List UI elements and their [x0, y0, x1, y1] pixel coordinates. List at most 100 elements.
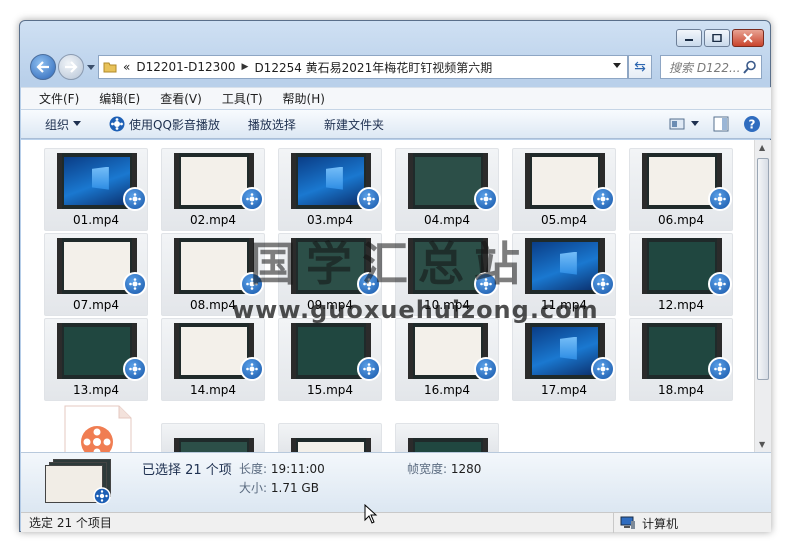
file-name: 04.mp4: [423, 213, 471, 227]
refresh-icon: ⇆: [634, 59, 646, 75]
file-tile[interactable]: 17.mp4: [512, 318, 616, 401]
file-tile[interactable]: 14.mp4: [161, 318, 265, 401]
new-folder-button[interactable]: 新建文件夹: [324, 116, 384, 133]
file-tile[interactable]: 18.mp4: [629, 318, 733, 401]
frame-width-label: 帧宽度:: [407, 462, 448, 476]
file-tile[interactable]: 12.mp4: [629, 233, 733, 316]
file-name: 17.mp4: [540, 383, 588, 397]
play-qq-button[interactable]: 使用QQ影音播放: [109, 116, 220, 133]
breadcrumb-item-parent[interactable]: D12201-D12300: [136, 60, 235, 74]
computer-icon: [620, 516, 635, 529]
chevron-down-icon: [691, 121, 699, 126]
qq-player-badge-icon: [708, 272, 732, 296]
file-tile[interactable]: 16.mp4: [395, 318, 499, 401]
organize-label: 组织: [45, 117, 70, 132]
breadcrumb-separator-icon[interactable]: ▶: [242, 62, 249, 72]
file-tile[interactable]: 13.mp4: [44, 318, 148, 401]
file-tile[interactable]: [395, 423, 499, 452]
qq-player-badge-icon: [123, 357, 147, 381]
file-tile[interactable]: 15.mp4: [278, 318, 382, 401]
close-icon: [743, 33, 753, 43]
recent-pages-dropdown-icon[interactable]: [87, 63, 95, 71]
search-input[interactable]: 搜索 D122...: [660, 55, 762, 79]
new-folder-label: 新建文件夹: [323, 117, 384, 132]
view-options-button[interactable]: [669, 117, 699, 131]
size-label: 大小:: [239, 481, 268, 495]
file-tile[interactable]: 03.mp4: [278, 148, 382, 231]
search-icon[interactable]: [743, 60, 757, 74]
qq-player-badge-icon: [591, 357, 615, 381]
organize-button[interactable]: 组织: [45, 116, 82, 133]
qq-player-badge-icon: [240, 357, 264, 381]
menu-tools[interactable]: 工具(T): [222, 90, 263, 107]
length-label: 长度:: [239, 462, 268, 476]
qq-player-badge-icon: [708, 187, 732, 211]
vertical-scrollbar[interactable]: ▲ ▼: [754, 140, 771, 452]
menu-bar: 文件(F) 编辑(E) 查看(V) 工具(T) 帮助(H): [21, 87, 771, 109]
file-tile[interactable]: [161, 423, 265, 452]
video-thumbnail: [174, 438, 254, 452]
selection-thumbnail-stack: [43, 459, 111, 505]
close-button[interactable]: [732, 29, 764, 47]
view-icon: [669, 118, 685, 130]
frame-width-row: 帧宽度: 1280: [407, 460, 481, 477]
menu-file[interactable]: 文件(F): [39, 90, 79, 107]
refresh-button[interactable]: ⇆: [628, 55, 652, 79]
qq-player-badge-icon: [591, 272, 615, 296]
file-tile[interactable]: [278, 423, 382, 452]
menu-view[interactable]: 查看(V): [160, 90, 202, 107]
qq-player-badge-icon: [474, 187, 498, 211]
file-tile[interactable]: 04.mp4: [395, 148, 499, 231]
size-value: 1.71 GB: [270, 481, 319, 495]
breadcrumb-overflow[interactable]: «: [123, 60, 130, 74]
qq-player-badge-icon: [93, 487, 111, 505]
details-pane: 已选择 21 个项 长度: 19:11:00 大小: 1.71 GB 帧宽度: …: [21, 452, 771, 512]
address-field[interactable]: « D12201-D12300 ▶ D12254 黄石易2021年梅花盯钉视频第…: [98, 55, 628, 79]
address-dropdown-icon[interactable]: [613, 63, 621, 69]
watermark-cn: 国学汇总站: [250, 237, 530, 291]
file-name: 15.mp4: [306, 383, 354, 397]
frame-width-value: 1280: [450, 462, 482, 476]
qq-player-badge-icon: [357, 357, 381, 381]
status-computer: 计算机: [613, 513, 678, 533]
maximize-button[interactable]: [704, 29, 730, 47]
play-selection-button[interactable]: 播放选择: [248, 116, 296, 133]
file-name: 03.mp4: [306, 213, 354, 227]
back-button[interactable]: [30, 54, 56, 80]
file-name: 13.mp4: [72, 383, 120, 397]
chevron-down-icon: [73, 121, 82, 126]
scroll-up-icon[interactable]: ▲: [759, 143, 765, 152]
file-name: 02.mp4: [189, 213, 237, 227]
menu-help[interactable]: 帮助(H): [283, 90, 325, 107]
file-tile[interactable]: 06.mp4: [629, 148, 733, 231]
file-tile[interactable]: 02.mp4: [161, 148, 265, 231]
selection-count: 已选择 21 个项: [142, 463, 232, 478]
qq-player-badge-icon: [123, 187, 147, 211]
command-bar: 组织 使用QQ影音播放 播放选择 新建文件夹 ?: [21, 109, 771, 139]
length-row: 长度: 19:11:00: [239, 460, 325, 477]
minimize-button[interactable]: [676, 29, 702, 47]
forward-button[interactable]: [58, 54, 84, 80]
minimize-icon: [685, 39, 693, 41]
menu-edit[interactable]: 编辑(E): [99, 90, 140, 107]
scrollbar-thumb[interactable]: [757, 158, 769, 380]
search-placeholder: 搜索 D122...: [669, 60, 741, 75]
address-bar-row: « D12201-D12300 ▶ D12254 黄石易2021年梅花盯钉视频第…: [30, 53, 762, 81]
file-tile[interactable]: 05.mp4: [512, 148, 616, 231]
help-icon[interactable]: ?: [743, 115, 761, 133]
file-tile[interactable]: 01.mp4: [44, 148, 148, 231]
breadcrumb-item-current[interactable]: D12254 黄石易2021年梅花盯钉视频第六期: [254, 59, 492, 76]
size-row: 大小: 1.71 GB: [239, 479, 319, 496]
preview-pane-icon[interactable]: [713, 116, 729, 132]
arrow-right-icon: [65, 61, 78, 73]
scroll-down-icon[interactable]: ▼: [759, 440, 765, 449]
file-name: 14.mp4: [189, 383, 237, 397]
file-name: 06.mp4: [657, 213, 705, 227]
file-tile[interactable]: [44, 403, 148, 452]
length-value: 19:11:00: [270, 462, 325, 476]
play-selection-label: 播放选择: [247, 117, 296, 132]
watermark-url: www.guoxuehuizong.com: [232, 296, 599, 324]
qq-player-badge-icon: [591, 187, 615, 211]
folder-icon: [103, 62, 117, 73]
file-tile[interactable]: 07.mp4: [44, 233, 148, 316]
